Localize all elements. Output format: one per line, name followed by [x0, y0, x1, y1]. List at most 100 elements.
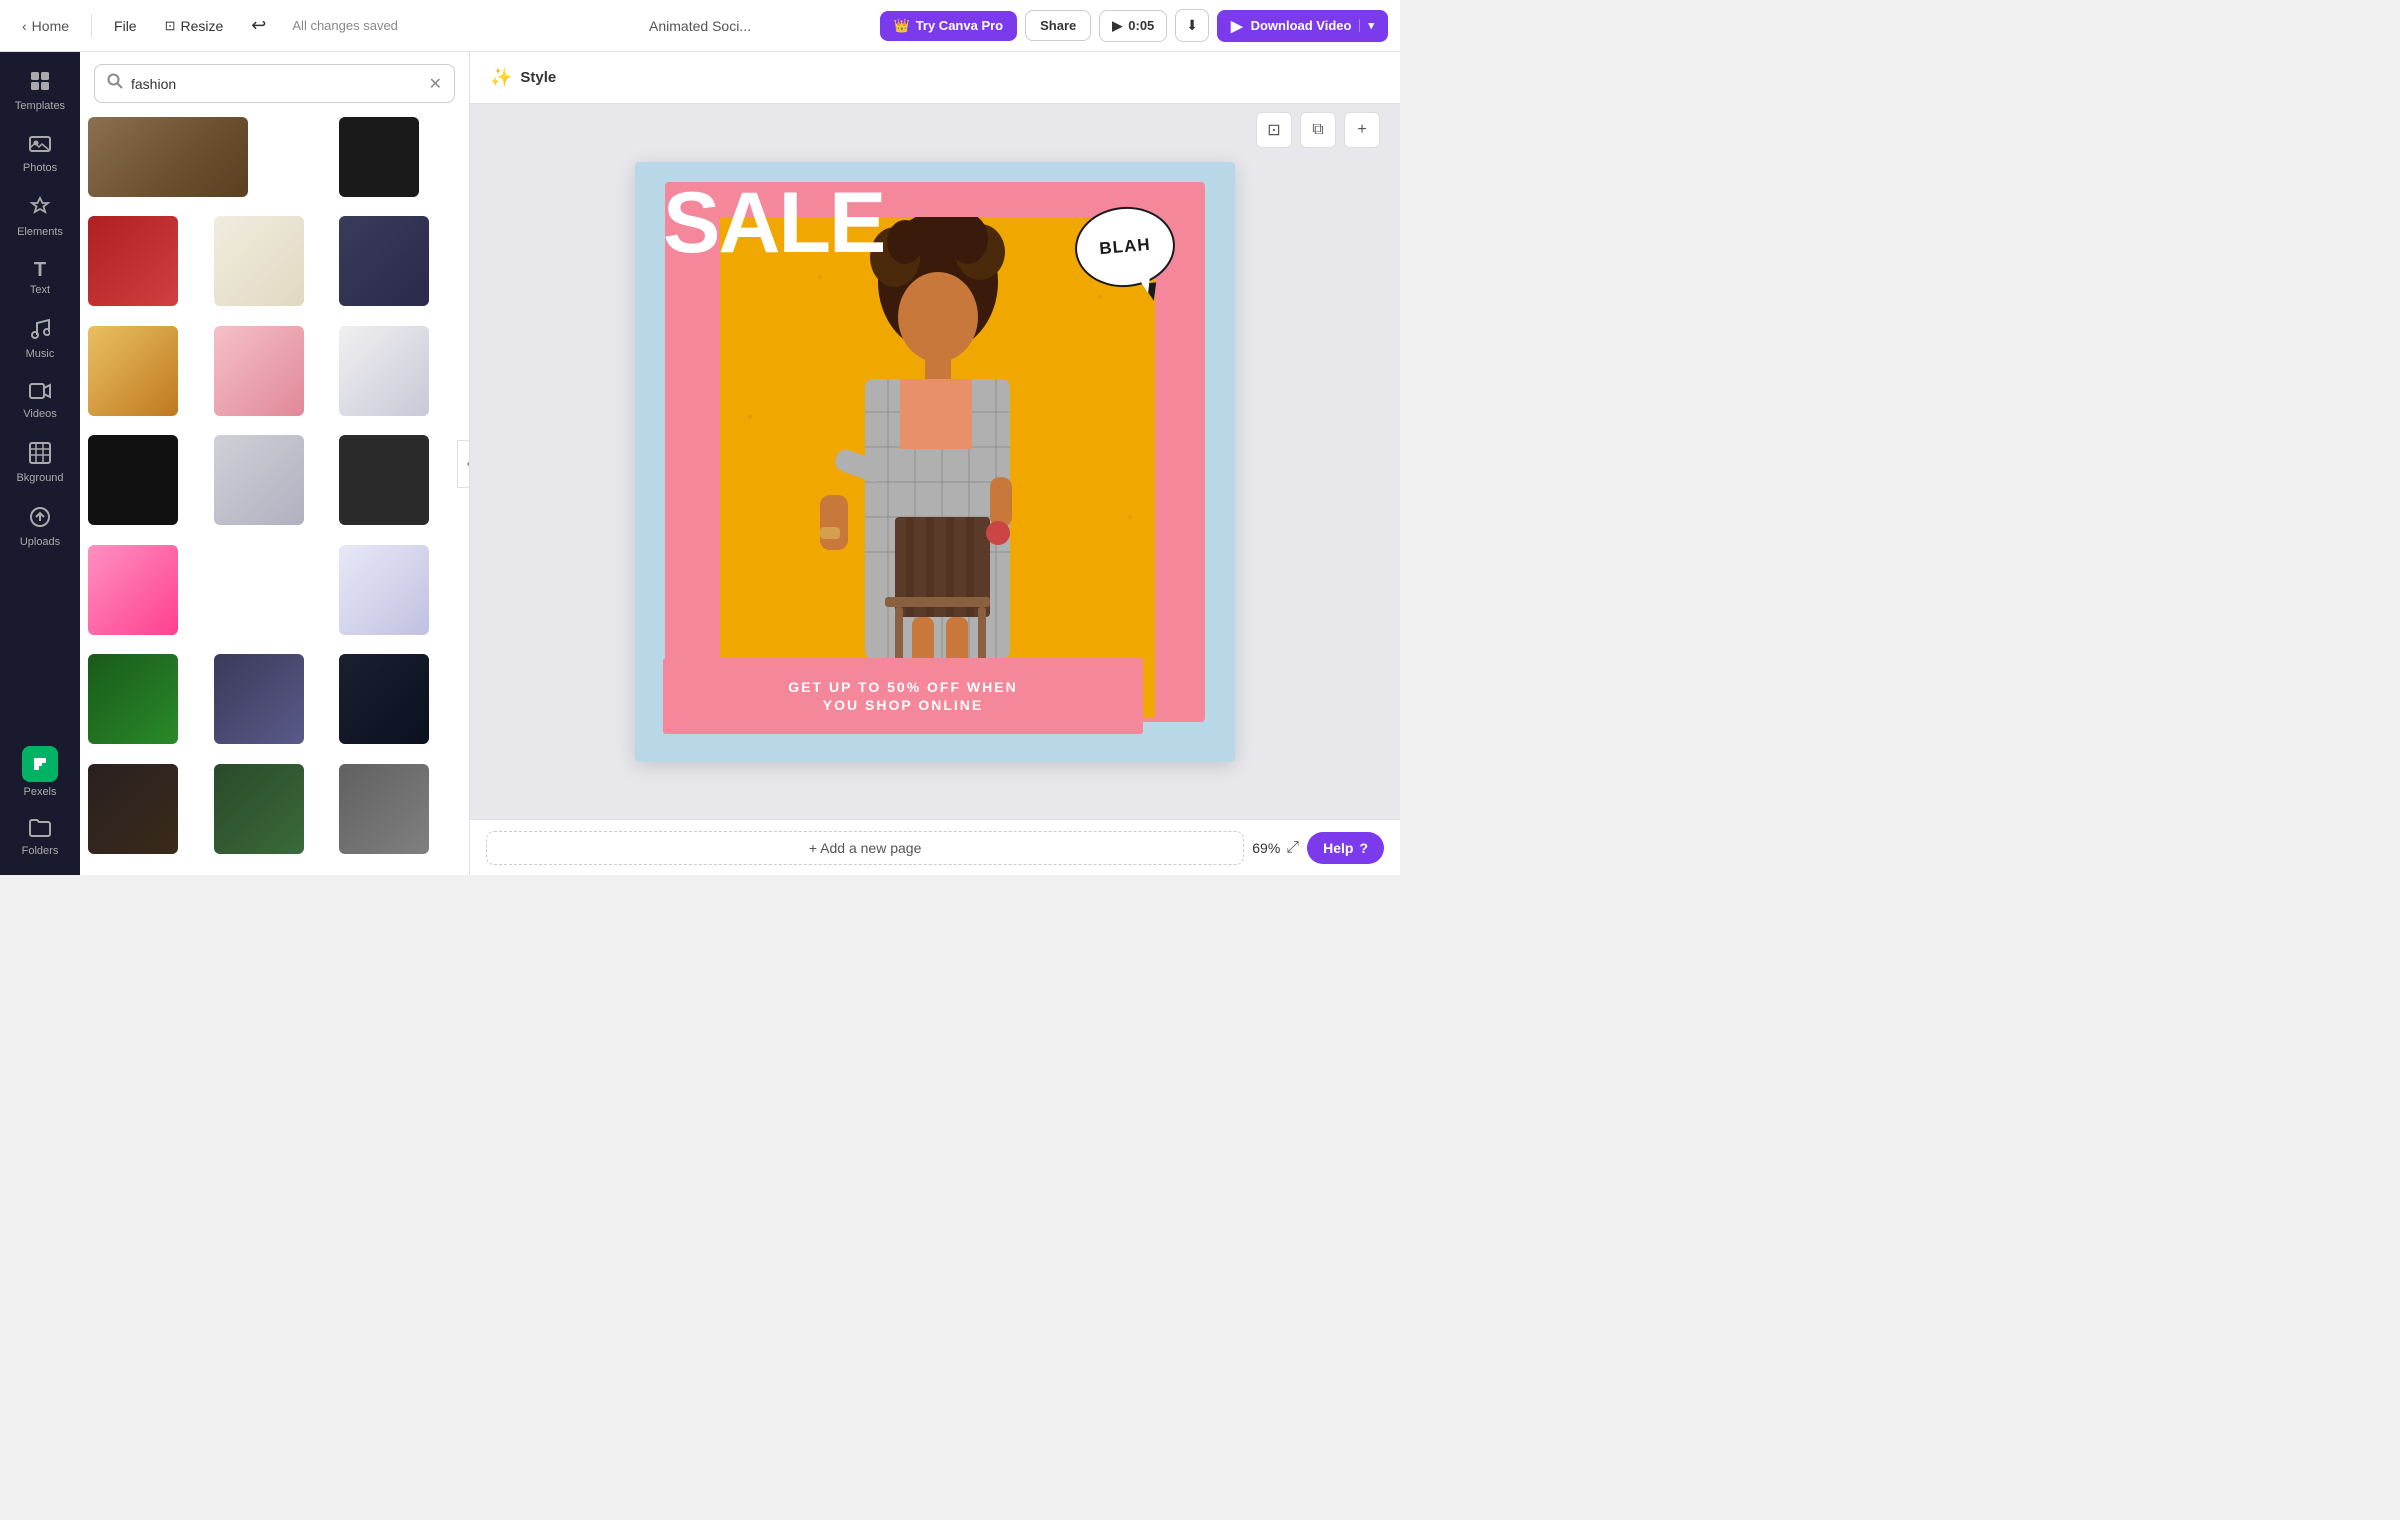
list-item[interactable] — [88, 654, 178, 744]
search-icon — [107, 73, 123, 94]
saved-status: All changes saved — [292, 18, 398, 33]
try-pro-label: Try Canva Pro — [916, 18, 1003, 33]
download-video-button[interactable]: ▶ Download Video ▾ — [1217, 10, 1388, 42]
background-icon — [29, 442, 51, 468]
list-item[interactable] — [214, 326, 304, 416]
list-item[interactable] — [339, 216, 429, 306]
sidebar-item-photos[interactable]: Photos — [4, 124, 76, 184]
copy-icon: ⧉ — [1312, 121, 1323, 139]
sale-text: SALE — [663, 180, 884, 266]
photo-grid — [80, 111, 469, 875]
top-navbar: ‹ Home File ⊡ Resize ↩ All changes saved… — [0, 0, 1400, 52]
add-page-button[interactable]: + Add a new page — [486, 831, 1244, 865]
frame-icon: ⊡ — [1267, 120, 1280, 140]
crown-icon: 👑 — [894, 18, 910, 34]
play-duration: 0:05 — [1128, 18, 1154, 33]
main-layout: Templates Photos Elements T Text — [0, 52, 1400, 875]
photos-icon — [29, 134, 51, 158]
play-icon: ▶ — [1112, 18, 1122, 34]
add-page-label: + Add a new page — [809, 840, 922, 856]
canvas-viewport[interactable]: SALE BLAH GET UP TO 50% OFF WHEN YOU SHO… — [470, 104, 1400, 819]
list-item[interactable] — [339, 654, 429, 744]
uploads-label: Uploads — [20, 536, 60, 548]
resize-icon: ⊡ — [165, 18, 176, 34]
list-item[interactable] — [339, 326, 429, 416]
add-button[interactable]: + — [1344, 112, 1380, 148]
sidebar-item-background[interactable]: Bkground — [4, 432, 76, 494]
elements-label: Elements — [17, 226, 63, 238]
elements-icon — [29, 196, 51, 222]
folders-icon — [29, 818, 51, 841]
add-icon: + — [1357, 121, 1366, 139]
list-item[interactable] — [214, 216, 304, 306]
canvas-area: ✨ Style ⊡ ⧉ + — [470, 52, 1400, 875]
templates-label: Templates — [15, 100, 65, 112]
download-icon: ⬇ — [1186, 17, 1198, 33]
sidebar-item-templates[interactable]: Templates — [4, 60, 76, 122]
list-item[interactable] — [214, 435, 304, 525]
frame-button[interactable]: ⊡ — [1256, 112, 1292, 148]
sidebar-item-uploads[interactable]: Uploads — [4, 496, 76, 558]
list-item[interactable] — [88, 764, 178, 854]
file-button[interactable]: File — [104, 12, 147, 40]
bottom-bar: + Add a new page 69% ⤢ Help ? — [470, 819, 1400, 875]
canvas-toolbar: ⊡ ⧉ + — [1256, 112, 1380, 148]
share-button[interactable]: Share — [1025, 10, 1091, 41]
try-pro-button[interactable]: 👑 Try Canva Pro — [880, 11, 1018, 41]
document-title: Animated Soci... — [649, 18, 751, 34]
chevron-left-icon: ‹ — [22, 18, 27, 34]
file-label: File — [114, 18, 137, 34]
videos-label: Videos — [23, 408, 56, 420]
list-item[interactable] — [88, 117, 248, 197]
undo-button[interactable]: ↩ — [241, 9, 276, 42]
list-item[interactable] — [214, 654, 304, 744]
fashion-model-image — [720, 217, 1155, 717]
help-label: Help — [1323, 840, 1353, 856]
music-icon — [30, 318, 50, 344]
style-magic-icon: ✨ — [490, 67, 512, 88]
style-toolbar: ✨ Style — [470, 52, 1400, 104]
download-icon-button[interactable]: ⬇ — [1175, 9, 1209, 42]
list-item[interactable] — [88, 545, 178, 635]
zoom-level: 69% — [1252, 840, 1280, 856]
copy-button[interactable]: ⧉ — [1300, 112, 1336, 148]
sidebar-item-elements[interactable]: Elements — [4, 186, 76, 248]
text-icon: T — [34, 260, 46, 280]
list-item[interactable] — [88, 216, 178, 306]
bottom-text-line2: YOU SHOP ONLINE — [823, 697, 983, 713]
sidebar-item-pexels[interactable]: Pexels — [14, 738, 66, 806]
play-button[interactable]: ▶ 0:05 — [1099, 10, 1167, 42]
list-item[interactable] — [339, 117, 419, 197]
sidebar-item-videos[interactable]: Videos — [4, 372, 76, 430]
list-item[interactable] — [339, 435, 429, 525]
blah-text: BLAH — [1099, 234, 1152, 259]
background-label: Bkground — [16, 472, 63, 484]
clear-search-button[interactable]: ✕ — [429, 74, 442, 94]
expand-icon: ⤢ — [1286, 839, 1299, 856]
panel-collapse-handle[interactable]: ‹ — [457, 440, 470, 488]
home-button[interactable]: ‹ Home — [12, 12, 79, 40]
uploads-icon — [29, 506, 51, 532]
list-item[interactable] — [88, 326, 178, 416]
search-input[interactable] — [131, 76, 421, 92]
videos-icon — [29, 382, 51, 404]
folders-label: Folders — [22, 845, 59, 857]
nav-divider-1 — [91, 14, 92, 38]
sidebar-item-folders[interactable]: Folders — [4, 808, 76, 867]
music-label: Music — [26, 348, 55, 360]
undo-icon: ↩ — [251, 15, 266, 36]
list-item[interactable] — [214, 764, 304, 854]
help-button[interactable]: Help ? — [1307, 832, 1384, 864]
list-item[interactable] — [339, 764, 429, 854]
media-panel: ✕ — [80, 52, 470, 875]
video-icon: ▶ — [1231, 17, 1243, 35]
share-label: Share — [1040, 18, 1076, 33]
bottom-text-line1: GET UP TO 50% OFF WHEN — [788, 679, 1017, 695]
list-item[interactable] — [88, 435, 178, 525]
left-sidebar: Templates Photos Elements T Text — [0, 52, 80, 875]
sidebar-item-text[interactable]: T Text — [4, 250, 76, 306]
list-item[interactable] — [339, 545, 429, 635]
zoom-expand-button[interactable]: ⤢ — [1286, 839, 1299, 857]
resize-button[interactable]: ⊡ Resize — [155, 12, 234, 40]
sidebar-item-music[interactable]: Music — [4, 308, 76, 370]
